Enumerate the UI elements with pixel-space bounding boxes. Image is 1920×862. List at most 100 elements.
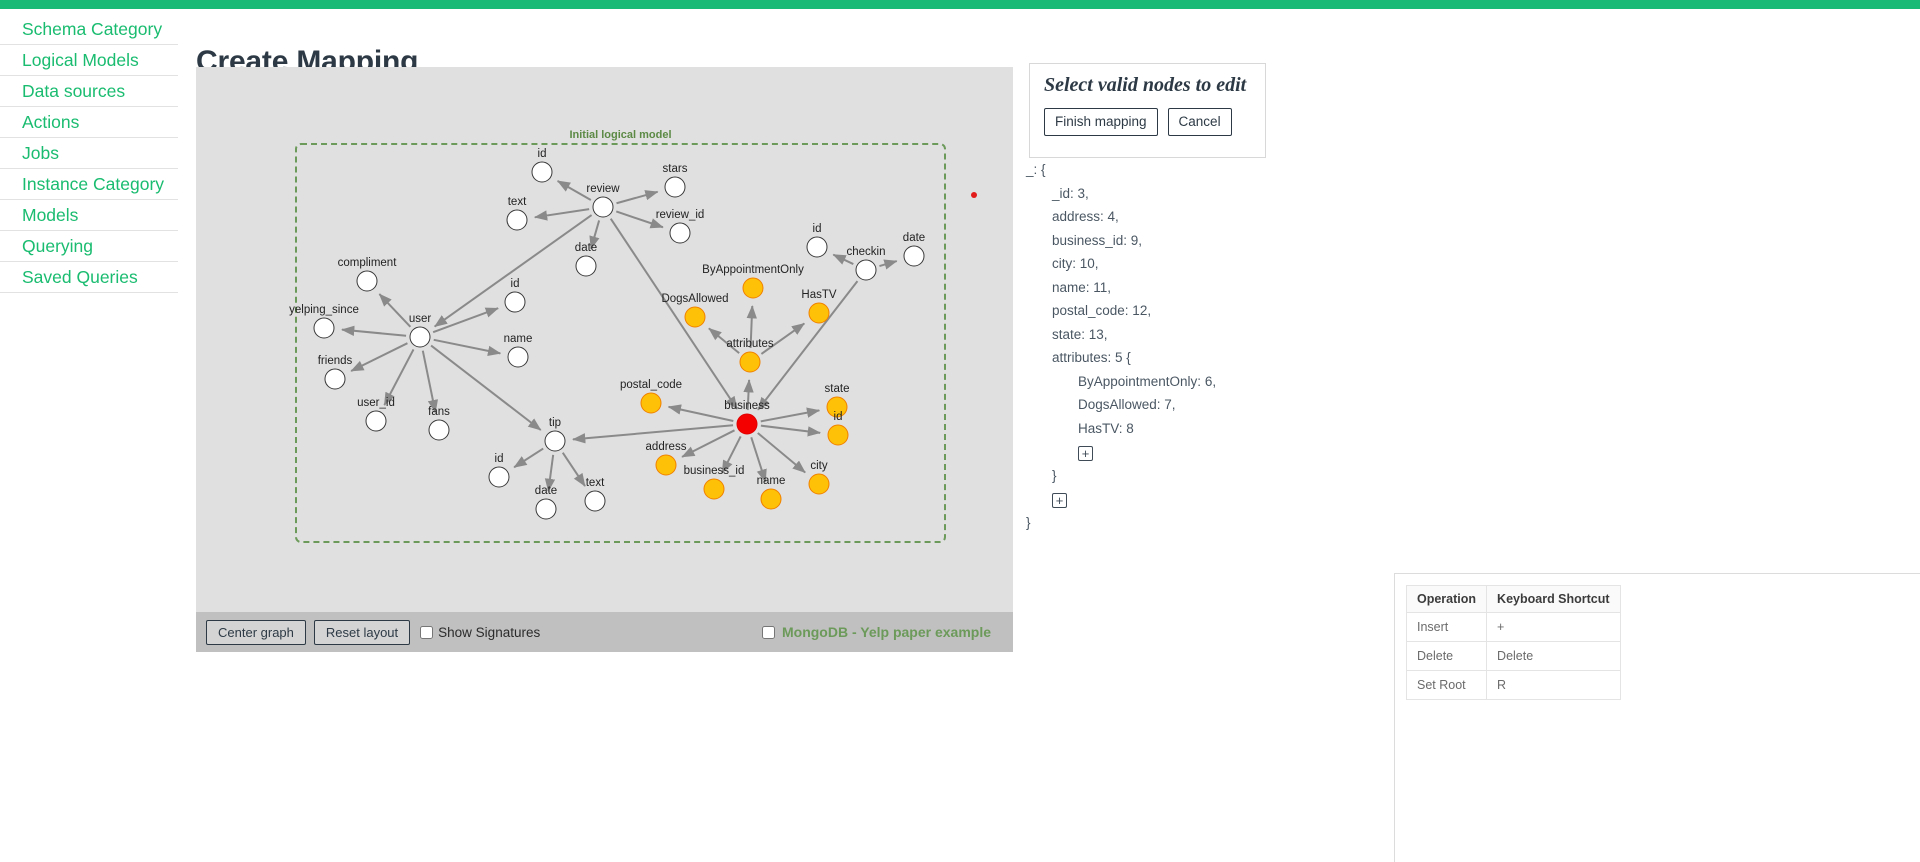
graph-node-business_id[interactable] xyxy=(703,478,725,500)
table-row: Delete Delete xyxy=(1405,641,1621,671)
finish-mapping-button[interactable]: Finish mapping xyxy=(1044,108,1158,136)
graph-node-user[interactable] xyxy=(409,326,431,348)
sidebar-item-logical-models[interactable]: Logical Models xyxy=(0,45,178,76)
cancel-button[interactable]: Cancel xyxy=(1167,108,1232,136)
sidebar-item-saved-queries[interactable]: Saved Queries xyxy=(0,262,178,293)
graph-edge xyxy=(556,180,592,201)
access-path-text: HasTV: 8 xyxy=(1078,420,1134,436)
access-path-line: + xyxy=(1026,440,1446,464)
graph-panel: Initial logical model id stars review text r… xyxy=(196,67,1013,652)
access-path-line: } xyxy=(1026,464,1446,488)
select-nodes-actions: Finish mapping Cancel xyxy=(1044,108,1251,136)
access-path-line: HasTV: 8 xyxy=(1026,417,1446,441)
datasource-checkbox[interactable] xyxy=(761,625,775,639)
graph-node-id_user[interactable] xyxy=(504,291,526,313)
shortcut-operation-cell: Delete xyxy=(1405,641,1488,671)
sidebar-item-label: Logical Models xyxy=(22,50,139,70)
graph-node-review_id[interactable] xyxy=(669,222,691,244)
graph-edge xyxy=(750,437,767,483)
graph-node-date_review[interactable] xyxy=(575,255,597,277)
graph-node-stars[interactable] xyxy=(664,176,686,198)
graph-node-yelping_since[interactable] xyxy=(313,317,335,339)
graph-edge xyxy=(421,350,439,414)
graph-edge xyxy=(534,208,590,221)
shortcut-operation-cell: Insert xyxy=(1405,612,1488,642)
graph-node-review[interactable] xyxy=(592,196,614,218)
graph-edge xyxy=(561,452,586,487)
graph-node-id_business[interactable] xyxy=(827,424,849,446)
graph-node-postal_code[interactable] xyxy=(640,392,662,414)
keyboard-shortcuts-panel: Operation Keyboard Shortcut Insert + Delet… xyxy=(1394,573,1920,862)
graph-edge xyxy=(879,259,898,270)
graph-node-checkin[interactable] xyxy=(855,259,877,281)
graph-node-friends[interactable] xyxy=(324,368,346,390)
table-row: Insert + xyxy=(1405,612,1621,642)
show-signatures-checkbox[interactable] xyxy=(420,625,434,639)
center-graph-button[interactable]: Center graph xyxy=(206,619,306,645)
graph-edge xyxy=(760,322,805,355)
column-header-keyboard-shortcut: Keyboard Shortcut xyxy=(1486,585,1621,613)
graph-edge xyxy=(350,342,408,372)
show-signatures-label: Show Signatures xyxy=(438,624,541,640)
graph-node-date_checkin[interactable] xyxy=(903,245,925,267)
graph-node-name_user[interactable] xyxy=(507,346,529,368)
graph-node-id_tip[interactable] xyxy=(488,466,510,488)
graph-edge xyxy=(708,327,740,354)
datasource-toggle[interactable]: MongoDB - Yelp paper example xyxy=(761,624,1003,640)
graph-node-fans[interactable] xyxy=(428,419,450,441)
shortcut-key-cell: Delete xyxy=(1486,641,1621,671)
graph-edge xyxy=(757,432,806,474)
sidebar-item-label: Schema Category xyxy=(22,19,163,39)
access-path-line: attributes: 5 { xyxy=(1026,346,1446,370)
access-path-text: attributes: 5 { xyxy=(1052,350,1131,365)
graph-edge xyxy=(681,429,735,458)
shortcut-operation-cell: Set Root xyxy=(1405,670,1488,700)
sidebar-item-models[interactable]: Models xyxy=(0,200,178,231)
access-path-line: ByAppointmentOnly: 6, xyxy=(1026,370,1446,394)
graph-edge xyxy=(513,447,544,469)
graph-node-user_id[interactable] xyxy=(365,410,387,432)
graph-node-id_review[interactable] xyxy=(531,161,553,183)
sidebar-item-label: Models xyxy=(22,205,79,225)
graph-node-text_review[interactable] xyxy=(506,209,528,231)
sidebar-item-label: Actions xyxy=(22,112,80,132)
access-path-line: } xyxy=(1026,511,1446,535)
graph-node-attributes[interactable] xyxy=(739,351,761,373)
show-signatures-toggle[interactable]: Show Signatures xyxy=(420,625,540,640)
graph-node-id_checkin[interactable] xyxy=(806,236,828,258)
graph-edge xyxy=(383,348,415,406)
graph-node-business[interactable] xyxy=(736,413,758,435)
graph-toolbar: Center graph Reset layout Show Signature… xyxy=(196,612,1013,652)
graph-node-address[interactable] xyxy=(655,454,677,476)
sidebar-item-jobs[interactable]: Jobs xyxy=(0,138,178,169)
reset-layout-button[interactable]: Reset layout xyxy=(313,619,411,645)
add-property-button[interactable]: + xyxy=(1052,493,1067,508)
sidebar-item-schema-category[interactable]: Schema Category xyxy=(0,14,178,45)
graph-node-date_tip[interactable] xyxy=(535,498,557,520)
sidebar-item-label: Data sources xyxy=(22,81,126,101)
access-path-text: address: 4, xyxy=(1052,209,1119,224)
graph-edge xyxy=(615,210,664,229)
graph-node-tip[interactable] xyxy=(544,430,566,452)
graph-node-city[interactable] xyxy=(808,473,830,495)
graph-node-compliment[interactable] xyxy=(356,270,378,292)
graph-node-name_business[interactable] xyxy=(760,488,782,510)
access-path-tree: _: {_id: 3, address: 4, business_id: 9, cit… xyxy=(1026,158,1446,534)
access-path-line: business_id: 9, xyxy=(1026,229,1446,253)
graph-node-byappt[interactable] xyxy=(742,277,764,299)
graph-node-dogsallowed[interactable] xyxy=(684,306,706,328)
sidebar-item-data-sources[interactable]: Data sources xyxy=(0,76,178,107)
access-path-line: _: { xyxy=(1026,158,1446,182)
graph-node-hastv[interactable] xyxy=(808,302,830,324)
graph-edge xyxy=(760,407,821,423)
graph-canvas[interactable]: Initial logical model id stars review text r… xyxy=(196,67,1013,612)
graph-edge xyxy=(616,190,659,205)
graph-node-text_tip[interactable] xyxy=(584,490,606,512)
add-property-button[interactable]: + xyxy=(1078,446,1093,461)
sidebar-item-actions[interactable]: Actions xyxy=(0,107,178,138)
graph-node-state[interactable] xyxy=(826,396,848,418)
sidebar-item-instance-category[interactable]: Instance Category xyxy=(0,169,178,200)
access-path-text: state: 13, xyxy=(1052,326,1108,342)
sidebar-item-querying[interactable]: Querying xyxy=(0,231,178,262)
access-path-text: business_id: 9, xyxy=(1052,232,1143,248)
